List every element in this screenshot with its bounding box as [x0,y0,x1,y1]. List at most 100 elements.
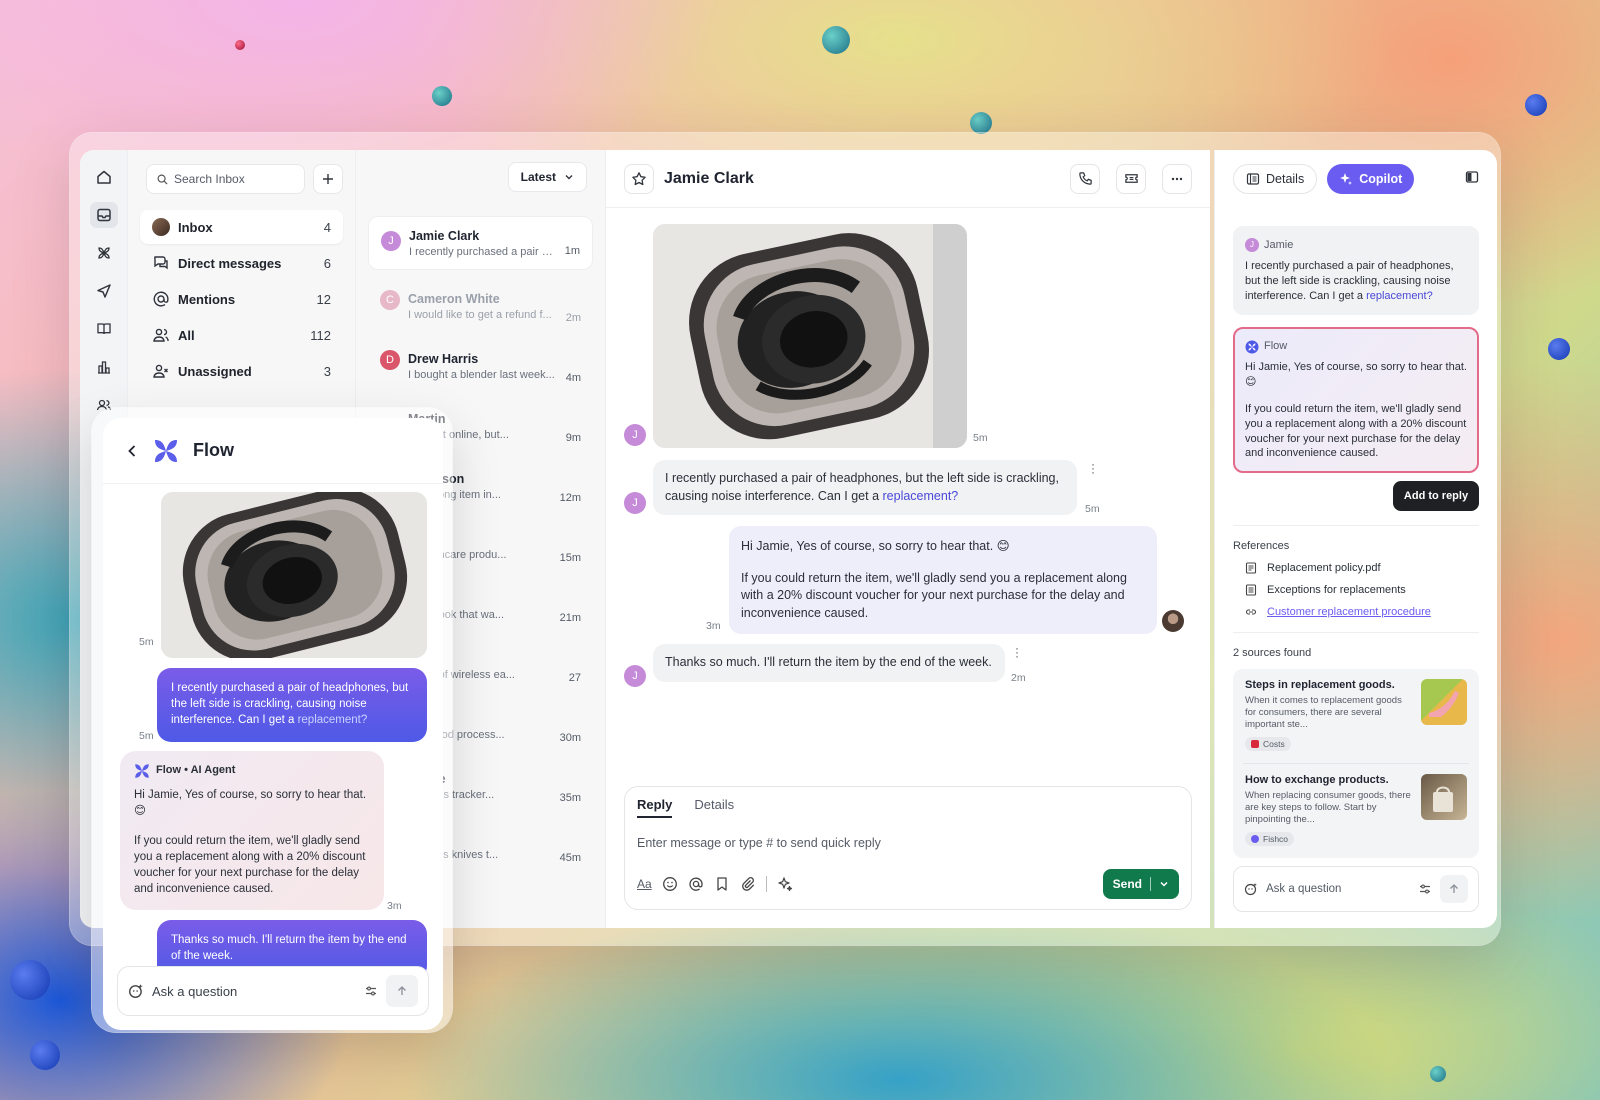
new-conversation-button[interactable] [313,164,343,194]
sidebar-item-all[interactable]: All 112 [140,318,343,352]
mobile-ask-input[interactable]: Ask a question [117,966,429,1016]
agent-label-row: Flow • AI Agent [134,763,370,779]
ai-sparkle-icon[interactable] [777,876,793,892]
sort-dropdown[interactable]: Latest [507,162,587,192]
emoji-icon[interactable] [662,876,678,892]
inbox-icon[interactable] [89,202,118,228]
back-arrow-icon[interactable] [125,444,139,458]
search-placeholder: Search Inbox [174,172,245,186]
submit-question-button[interactable] [386,975,418,1007]
format-text-button[interactable]: Aa [637,877,652,891]
tab-details[interactable]: Details [694,797,734,818]
conversation-time: 2m [565,312,581,324]
chevron-down-icon[interactable] [1159,879,1169,889]
composer-toolbar: Aa Send [637,869,1179,899]
ticket-button[interactable] [1116,163,1146,194]
message-text: Thanks so much. I'll return the item by … [171,934,407,963]
message-menu-button[interactable]: · · · [1014,642,1020,662]
customer-avatar: J [624,424,646,446]
sidebar-item-count: 3 [323,363,331,379]
filter-icon[interactable] [364,984,378,998]
message-link[interactable]: replacement? [883,489,959,503]
message-link[interactable]: replacement? [298,714,368,726]
plus-icon [323,174,333,184]
sidebar-item-direct-messages[interactable]: Direct messages 6 [140,246,343,280]
reference-item[interactable]: Replacement policy.pdf [1233,562,1479,574]
background-bubble [1525,94,1547,116]
message-text: I recently purchased a pair of headphone… [665,471,1059,503]
conversation-name: Cameron White [408,291,500,306]
at-sign-icon [153,291,169,307]
conversation-item[interactable]: J Jamie Clark I recently purchased a pair … [368,216,593,270]
sort-label: Latest [520,170,556,184]
reply-line: If you could return the item, we'll glad… [741,570,1127,620]
flow-logo-icon[interactable] [90,240,118,266]
agent-line: If you could return the item, we'll glad… [134,835,366,896]
home-icon[interactable] [90,164,118,190]
tag-icon [1251,834,1259,843]
filter-icon[interactable] [1418,882,1432,896]
conversation-item[interactable]: C Cameron White I would like to get a refu… [368,276,593,336]
reply-input[interactable]: Enter message or type # to send quick re… [637,836,1179,850]
sidebar-item-unassigned[interactable]: Unassigned 3 [140,354,343,388]
paperclip-icon[interactable] [740,876,756,892]
sidebar-item-count: 6 [323,255,331,271]
customer-message: I recently purchased a pair of headphone… [653,460,1077,515]
source-item[interactable]: Steps in replacement goods. When it come… [1243,669,1469,763]
question-link[interactable]: replacement? [1366,290,1433,302]
mention-icon[interactable] [688,876,704,892]
sidebar-item-label: Inbox [178,219,213,235]
message-text: I recently purchased a pair of headphone… [171,682,409,727]
sidebar-item-inbox[interactable]: Inbox 4 [140,210,343,244]
sparkle-icon [1340,173,1353,185]
sidebar-item-mentions[interactable]: Mentions 12 [140,282,343,316]
panel-toggle-icon[interactable] [1465,170,1479,189]
tab-reply[interactable]: Reply [637,797,673,818]
star-button[interactable] [624,163,654,194]
source-thumbnail [1421,773,1467,820]
conversation-name: Jamie Clark [409,228,480,243]
conversation-avatar: D [380,350,400,370]
send-icon[interactable] [90,278,118,304]
source-tag: Fishco [1245,831,1295,846]
ask-placeholder: Ask a question [152,983,238,999]
tag-label: Costs [1263,738,1285,749]
ticket-icon [1124,174,1138,183]
add-to-reply-button[interactable]: Add to reply [1393,481,1479,512]
conversation-item[interactable]: D Drew Harris I bought a blender last week… [368,336,593,396]
customer-name: Jamie [1264,239,1294,251]
call-button[interactable] [1070,163,1100,194]
agent-label: Flow • AI Agent [156,764,236,777]
submit-question-button[interactable] [1440,875,1468,903]
more-options-button[interactable] [1162,163,1192,194]
message-timestamp: 3m [706,620,721,632]
details-icon [1246,173,1260,185]
tag-icon [1251,739,1259,748]
headphones-photo[interactable] [653,224,967,448]
details-tab-button[interactable]: Details [1233,164,1318,194]
suggested-answer-card: Flow Hi Jamie, Yes of course, so sorry t… [1233,327,1479,474]
background-bubble [432,86,452,106]
reference-item[interactable]: Exceptions for replacements [1233,584,1479,596]
search-input[interactable]: Search Inbox [146,164,305,194]
references-title: References [1233,540,1290,553]
reports-icon[interactable] [90,354,118,380]
conversation-time: 4m [565,372,581,384]
ask-placeholder: Ask a question [1266,883,1342,895]
bookmark-icon[interactable] [714,876,730,892]
send-button[interactable]: Send [1102,869,1179,899]
conversation-avatar: J [381,231,401,251]
copilot-tab-button[interactable]: Copilot [1327,164,1415,194]
toolbar-divider [765,876,767,892]
source-item[interactable]: How to exchange products. When replacing… [1243,762,1469,858]
book-icon[interactable] [90,316,118,342]
reply-composer: Reply Details Enter message or type # to… [624,786,1192,910]
reference-item[interactable]: Customer replacement procedure [1233,606,1479,618]
customer-question-card: J Jamie I recently purchased a pair of h… [1233,226,1479,316]
chat-bubbles-icon [154,256,168,270]
message-menu-button[interactable]: · · · [1090,458,1096,478]
headphones-photo[interactable] [161,492,427,658]
copilot-ask-input[interactable]: Ask a question [1233,866,1479,912]
agent-message: Flow • AI Agent Hi Jamie, Yes of course,… [120,751,384,910]
background-bubble [10,960,50,1000]
